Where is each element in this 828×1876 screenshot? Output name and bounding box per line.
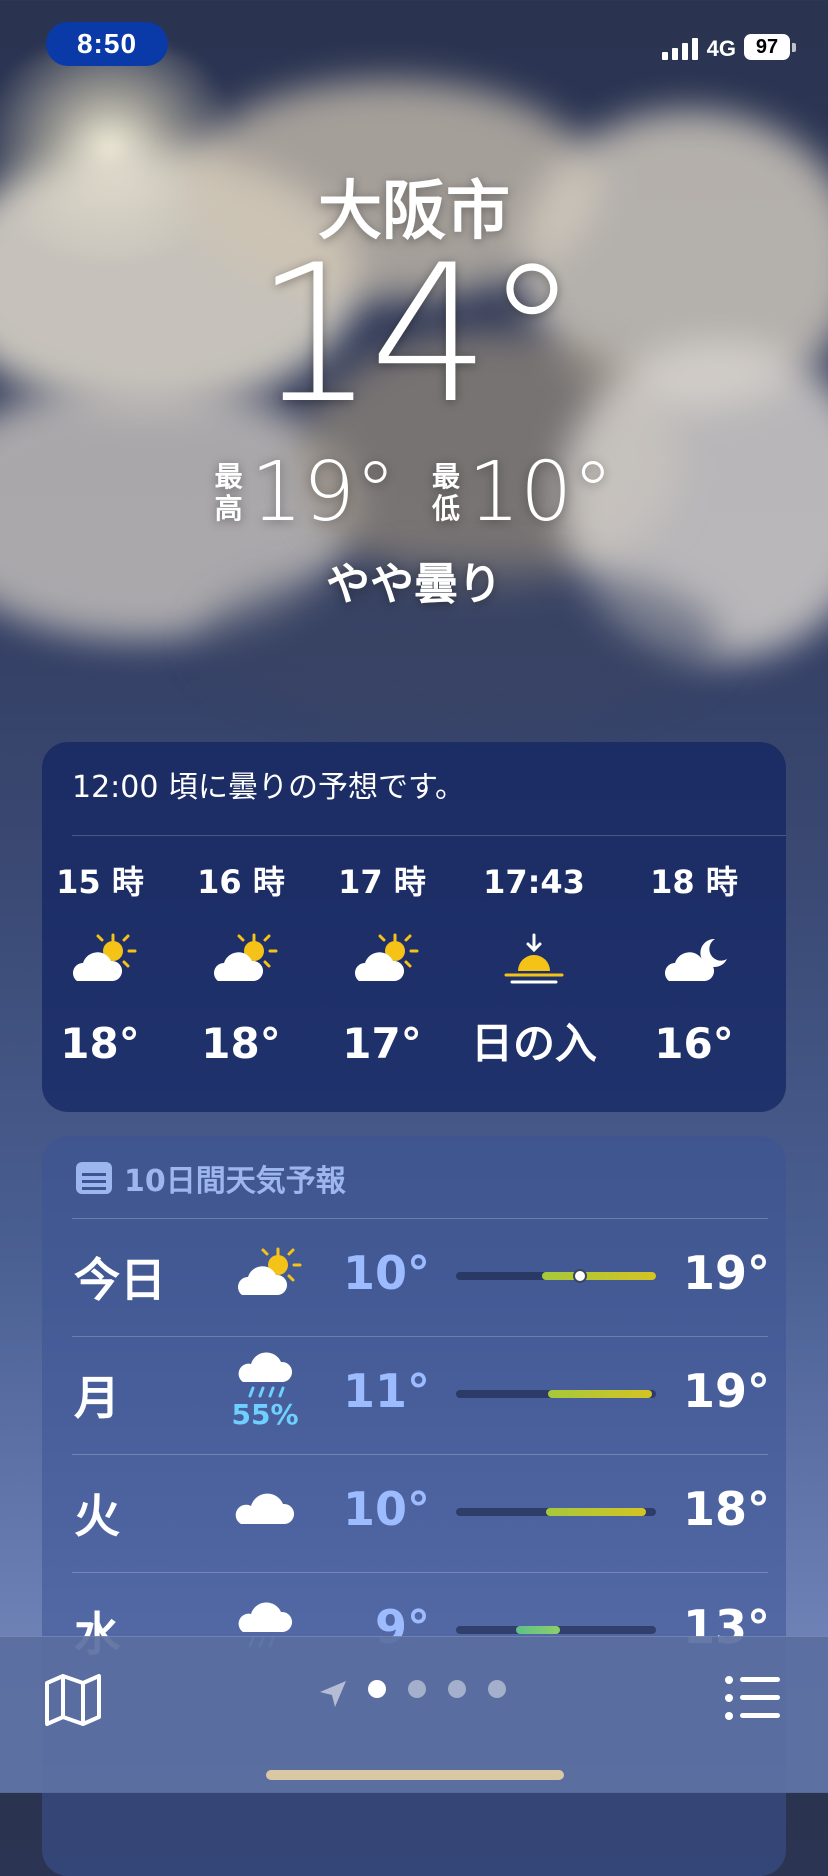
calendar-icon [76,1162,112,1194]
daily-row[interactable]: 今日 10° 19° [72,1218,798,1336]
partly-sunny-icon [171,904,311,1014]
hourly-item: 18 時 16° [624,860,764,1074]
map-icon[interactable] [44,1673,102,1731]
current-temperature: 14° [254,224,580,445]
cloudy-night-icon [624,904,764,1014]
home-indicator[interactable] [266,1770,564,1780]
sunset-icon [444,904,624,1014]
hourly-item: 17:43 日の入 [444,860,624,1074]
high-value: 19° [250,445,396,540]
temperature-range-bar [456,1269,656,1283]
high-low: 最高 19° 最低 10° [0,448,828,538]
low-temperature: 最低 10° [432,448,613,538]
page-dot[interactable] [408,1680,426,1698]
precipitation-chance: 55% [231,1397,299,1431]
signal-icon [662,38,698,60]
condition-text: やや曇り [326,559,502,610]
temperature-range-bar [456,1508,656,1516]
temperature-range-bar [456,1626,656,1634]
daily-row[interactable]: 火 10° 18° [72,1454,798,1572]
list-icon[interactable] [724,1675,782,1725]
page-dot[interactable] [368,1680,386,1698]
low-value: 10° [468,445,614,540]
page-dot[interactable] [488,1680,506,1698]
hourly-item: 15 時 18° [30,860,170,1074]
status-bar: 8:50 4G 97 [0,18,828,70]
network-type: 4G [706,36,736,61]
hourly-forecast-card[interactable]: 12:00 頃に曇りの予想です。 15 時 18° 16 時 18° 17 時 … [42,742,786,1112]
hourly-item: 16 時 18° [171,860,311,1074]
current-temp-marker [573,1269,587,1283]
hourly-item: 17 時 17° [312,860,452,1074]
page-indicator[interactable] [368,1680,506,1698]
page-dot[interactable] [448,1680,466,1698]
daily-row[interactable]: 月 55% 11° 19° [72,1336,798,1454]
hourly-summary: 12:00 頃に曇りの予想です。 [72,770,465,805]
battery-icon: 97 [744,34,790,60]
ten-day-header: 10日間天気予報 [76,1156,346,1200]
low-label: 最低 [432,460,461,525]
partly-sunny-icon [312,904,452,1014]
high-temperature: 最高 19° [215,448,396,538]
temperature-range-bar [456,1390,656,1398]
location-arrow-icon[interactable] [318,1679,348,1713]
high-label: 最高 [214,460,243,525]
status-time[interactable]: 8:50 [46,22,168,66]
partly-sunny-icon [30,904,170,1014]
